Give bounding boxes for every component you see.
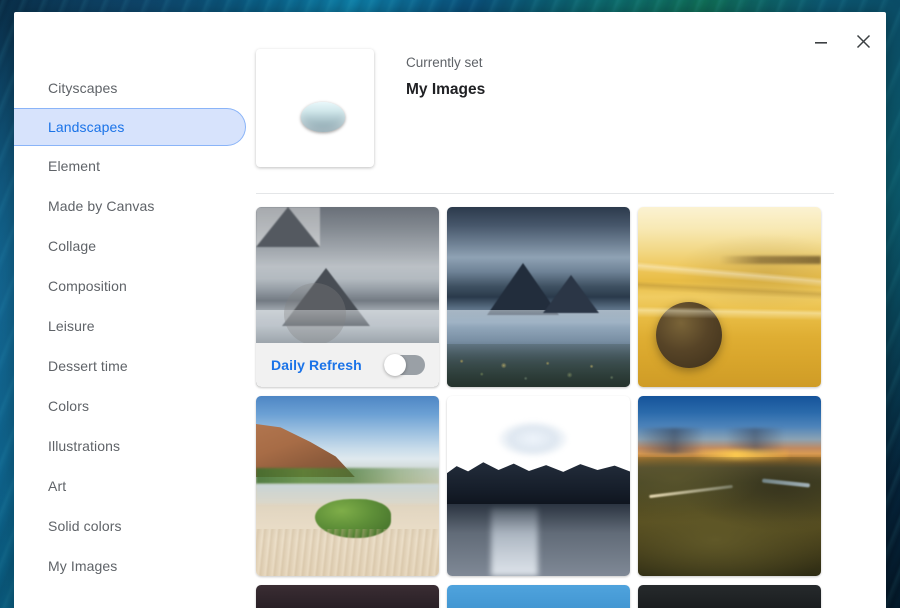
sidebar-item-label: Leisure — [48, 318, 95, 334]
wallpaper-grid: Daily Refresh — [256, 207, 821, 608]
wallpaper-tile-dusk-valley[interactable] — [638, 396, 821, 576]
moon-glow-layer — [498, 421, 569, 458]
sidebar-item-element[interactable]: Element — [14, 146, 254, 186]
refresh-circle-overlay — [284, 283, 346, 345]
seaweed-band-layer — [256, 468, 439, 485]
partial-tile-image-2 — [447, 585, 630, 608]
sidebar-item-label: Dessert time — [48, 358, 128, 374]
dark-water-layer — [447, 504, 630, 576]
current-wallpaper-meta: Currently set My Images — [406, 49, 485, 102]
sidebar-item-label: My Images — [48, 558, 118, 574]
window-controls — [804, 26, 880, 56]
wallpaper-tile-partial-3[interactable] — [638, 585, 821, 608]
sidebar-item-solid-colors[interactable]: Solid colors — [14, 506, 254, 546]
sidebar-item-label: Made by Canvas — [48, 198, 155, 214]
wallpaper-tile-partial-2[interactable] — [447, 585, 630, 608]
sidebar-item-leisure[interactable]: Leisure — [14, 306, 254, 346]
partial-tile-image-3 — [638, 585, 821, 608]
close-button[interactable] — [846, 26, 880, 56]
current-wallpaper-name: My Images — [406, 81, 486, 98]
minimize-button[interactable] — [804, 26, 838, 56]
daily-refresh-label: Daily Refresh — [271, 357, 362, 373]
sidebar-item-dessert-time[interactable]: Dessert time — [14, 346, 254, 386]
sidebar-item-colors[interactable]: Colors — [14, 386, 254, 426]
fjord-pebbles-layer — [447, 343, 630, 387]
wallpaper-tile-partial-1[interactable] — [256, 585, 439, 608]
currently-set-label: Currently set — [406, 55, 483, 70]
daily-refresh-toggle[interactable] — [384, 354, 425, 376]
sidebar-item-label: Composition — [48, 278, 127, 294]
sidebar-item-made-by-canvas[interactable]: Made by Canvas — [14, 186, 254, 226]
valley-hills-layer — [638, 457, 821, 576]
wallpaper-picker-window: Cityscapes Landscapes Element Made by Ca… — [14, 12, 886, 608]
wallpaper-tile-moonlit-lake[interactable] — [447, 396, 630, 576]
sidebar-item-composition[interactable]: Composition — [14, 266, 254, 306]
sidebar-item-label: Art — [48, 478, 67, 494]
sidebar-item-my-images[interactable]: My Images — [14, 546, 254, 586]
partial-tile-image-1 — [256, 585, 439, 608]
current-wallpaper-thumbnail[interactable] — [256, 49, 374, 167]
sand-ripples-layer — [256, 529, 439, 576]
dusk-valley-image — [638, 396, 821, 576]
sidebar-item-cityscapes[interactable]: Cityscapes — [14, 68, 254, 108]
mountain-ridge-layer — [447, 462, 630, 504]
wallpaper-content-pane: Currently set My Images Daily Refresh — [254, 12, 886, 608]
current-wallpaper-row: Currently set My Images — [254, 12, 886, 167]
sidebar-item-illustrations[interactable]: Illustrations — [14, 426, 254, 466]
daily-refresh-bar: Daily Refresh — [256, 343, 439, 387]
cliff-beach-image — [256, 396, 439, 576]
sidebar-item-art[interactable]: Art — [14, 466, 254, 506]
minimize-icon — [815, 42, 827, 44]
sidebar-item-label: Element — [48, 158, 101, 174]
daily-refresh-tile[interactable]: Daily Refresh — [256, 207, 439, 387]
sidebar-item-label: Collage — [48, 238, 97, 254]
sidebar-item-label: Cityscapes — [48, 80, 118, 96]
wallpaper-tile-fjord[interactable] — [447, 207, 630, 387]
sidebar-item-label: Solid colors — [48, 518, 122, 534]
sidebar-item-label: Illustrations — [48, 438, 121, 454]
storm-fjord-image — [447, 207, 630, 387]
wallpaper-tile-cliff-beach[interactable] — [256, 396, 439, 576]
toggle-knob — [384, 354, 406, 376]
close-icon — [856, 34, 870, 48]
moon-reflection-path — [490, 507, 539, 576]
category-sidebar: Cityscapes Landscapes Element Made by Ca… — [14, 12, 254, 608]
golden-waves-layer — [638, 207, 821, 387]
wallpaper-tile-golden-beach[interactable] — [638, 207, 821, 387]
sidebar-item-label: Colors — [48, 398, 90, 414]
golden-sunset-beach-image — [638, 207, 821, 387]
sidebar-item-label: Landscapes — [48, 119, 125, 135]
moonlit-lake-image — [447, 396, 630, 576]
section-divider — [256, 193, 834, 194]
sidebar-item-landscapes[interactable]: Landscapes — [14, 108, 246, 146]
sidebar-item-collage[interactable]: Collage — [14, 226, 254, 266]
